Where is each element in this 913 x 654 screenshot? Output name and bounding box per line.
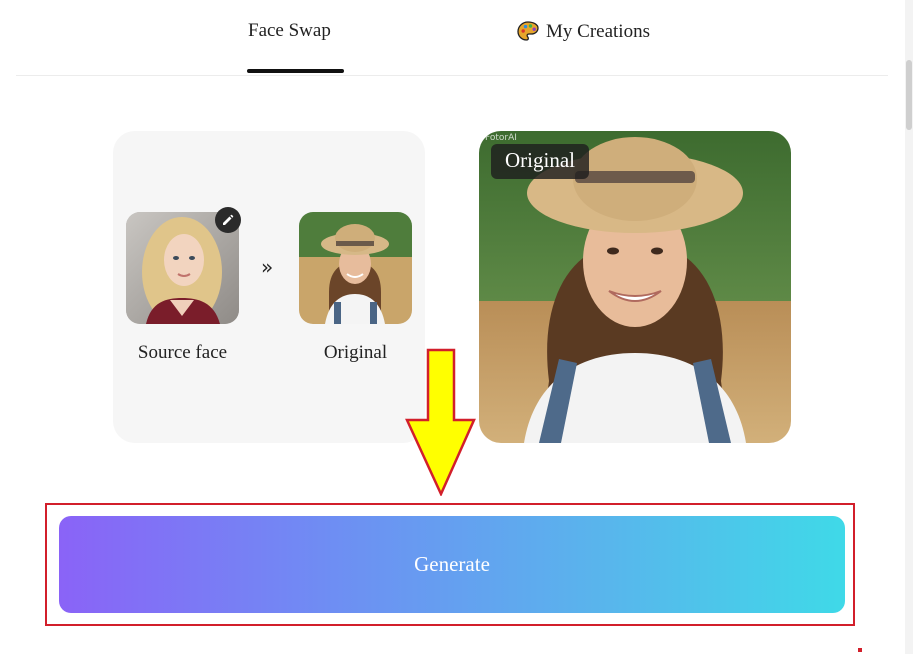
tab-face-swap[interactable]: Face Swap [248, 20, 331, 42]
tab-my-creations-label: My Creations [546, 21, 650, 42]
scrollbar[interactable] [905, 0, 913, 654]
watermark: FotorAI [485, 133, 517, 143]
original-badge: Original [491, 144, 589, 179]
annotation-mark [858, 648, 862, 652]
original-photo-thumbnail [299, 212, 412, 324]
original-label: Original [323, 342, 388, 363]
swap-direction-arrow: » [261, 255, 274, 279]
pencil-icon [223, 214, 234, 225]
face-swap-inputs-panel: » Source face Original [113, 131, 425, 443]
original-image-thumbnail[interactable] [299, 212, 412, 324]
annotation-down-arrow-icon [405, 348, 476, 496]
original-preview-image: FotorAI Original [479, 131, 791, 443]
tab-my-creations[interactable]: My Creations [516, 20, 650, 44]
scrollbar-thumb[interactable] [906, 60, 912, 130]
generate-button[interactable]: Generate [59, 516, 845, 613]
edit-source-button[interactable] [215, 207, 241, 233]
tab-bar: Face Swap My Creations [16, 0, 888, 76]
active-tab-indicator [247, 69, 344, 73]
palette-icon [517, 21, 539, 41]
source-face-label: Source face [137, 342, 228, 363]
